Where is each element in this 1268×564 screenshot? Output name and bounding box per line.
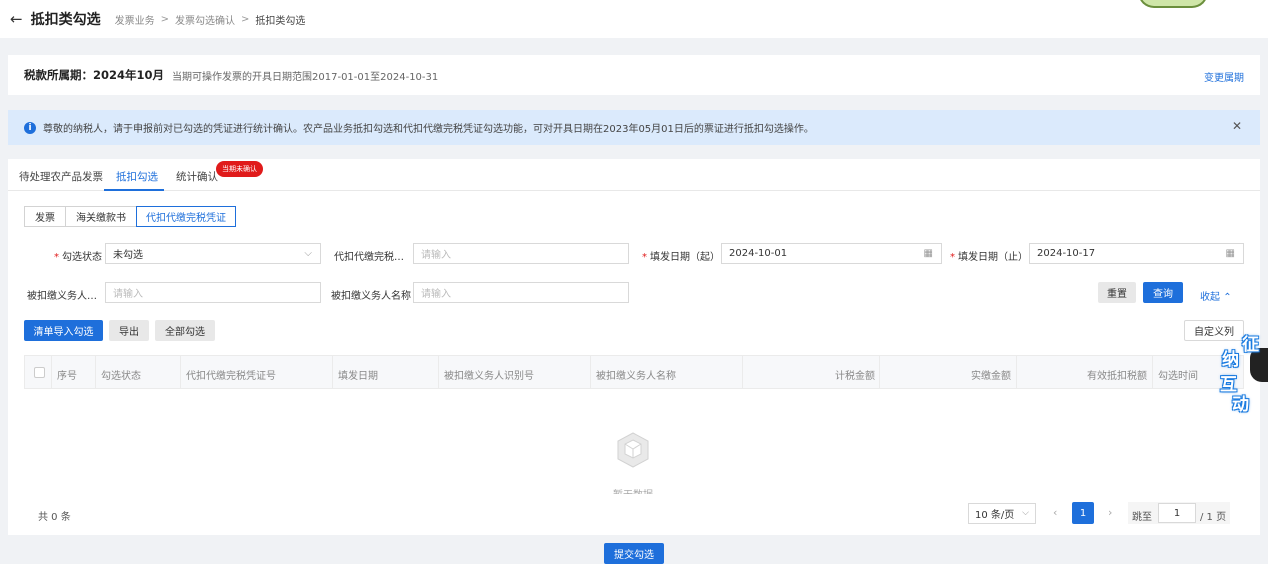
column-divider (180, 356, 181, 388)
taxpayer-id-input[interactable]: 请输入 (105, 282, 321, 303)
end-date-input[interactable]: 2024-10-17 ▦ (1029, 243, 1244, 264)
end-date-label: * 填发日期（止） (950, 252, 1028, 263)
tax-period-card: 税款所属期：2024年10月 当期可操作发票的开具日期范围2017-01-01至… (8, 55, 1260, 95)
column-header-issue-date: 填发日期 (338, 371, 378, 382)
export-button[interactable]: 导出 (109, 320, 149, 341)
column-divider (879, 356, 880, 388)
table-header: 序号 勾选状态 代扣代缴完税凭证号 填发日期 被扣缴义务人识别号 被扣缴义务人名… (24, 355, 1244, 389)
import-select-button[interactable]: 清单导入勾选 (24, 320, 103, 341)
chevron-down-icon: ⌵ (1022, 508, 1029, 518)
voucher-number-input[interactable]: 请输入 (413, 243, 629, 264)
select-all-button[interactable]: 全部勾选 (155, 320, 215, 341)
reset-button[interactable]: 重置 (1098, 282, 1136, 303)
tab-statistics-confirm[interactable]: 统计确认 (176, 169, 218, 184)
taxpayer-name-input[interactable]: 请输入 (413, 282, 629, 303)
jump-to-label: 跳至 (1132, 512, 1152, 523)
empty-box-icon (617, 432, 649, 468)
breadcrumb-item-3: 抵扣类勾选 (255, 15, 306, 27)
notice-banner: i 尊敬的纳税人，请于申报前对已勾选的凭证进行统计确认。农产品业务抵扣勾选和代扣… (8, 110, 1260, 145)
close-icon[interactable]: ✕ (1232, 119, 1242, 133)
select-all-checkbox[interactable] (34, 367, 45, 378)
column-header-index: 序号 (57, 371, 77, 382)
main-card: 待处理农产品发票 抵扣勾选 统计确认 当期未确认 发票 海关缴款书 代扣代缴完税… (8, 159, 1260, 535)
column-header-taxpayer-id: 被扣缴义务人识别号 (444, 371, 534, 382)
breadcrumb-separator-icon: > (160, 13, 169, 25)
column-header-voucher-number: 代扣代缴完税凭证号 (186, 371, 276, 382)
unconfirmed-badge: 当期未确认 (216, 161, 263, 177)
taxpayer-name-label: 被扣缴义务人名称 (331, 291, 411, 302)
column-divider (1016, 356, 1017, 388)
widget-char-4: 动 (1232, 395, 1249, 415)
column-divider (51, 356, 52, 388)
change-period-link[interactable]: 变更属期 (1204, 69, 1244, 84)
query-button[interactable]: 查询 (1143, 282, 1183, 303)
column-header-status: 勾选状态 (101, 371, 141, 382)
next-page-icon[interactable]: › (1108, 506, 1112, 519)
page-size-select[interactable]: 10 条/页 ⌵ (968, 503, 1036, 524)
submit-selection-button[interactable]: 提交勾选 (604, 543, 664, 564)
column-header-deductible-tax: 有效抵扣税额 (1087, 371, 1147, 382)
jump-to-page-input[interactable]: 1 (1158, 503, 1196, 523)
voucher-number-label: 代扣代缴完税凭... (334, 252, 410, 263)
tab-pending-agri-invoices[interactable]: 待处理农产品发票 (19, 169, 103, 184)
calendar-icon: ▦ (1225, 248, 1235, 259)
total-count: 共 0 条 (38, 512, 71, 523)
tax-interaction-widget[interactable]: 征 纳 互 动 (1220, 330, 1268, 415)
widget-char-1: 征 (1242, 335, 1259, 355)
active-tab-indicator (104, 189, 164, 191)
column-divider (438, 356, 439, 388)
page-title: 抵扣类勾选 (30, 12, 101, 28)
breadcrumb-separator-icon: > (240, 13, 250, 25)
calendar-icon: ▦ (923, 248, 933, 259)
tax-period-range: 当期可操作发票的开具日期范围2017-01-01至2024-10-31 (172, 71, 439, 83)
collapse-link[interactable]: 收起 ⌃ (1200, 288, 1232, 303)
column-divider (742, 356, 743, 388)
status-field-label: * 勾选状态 (54, 252, 102, 263)
tab-bar: 待处理农产品发票 抵扣勾选 统计确认 当期未确认 (8, 159, 1260, 191)
column-divider (590, 356, 591, 388)
info-icon: i (24, 121, 36, 134)
breadcrumb-item-1[interactable]: 发票业务 (115, 12, 155, 27)
chevron-up-icon: ⌃ (1223, 292, 1232, 303)
taxpayer-id-label: 被扣缴义务人识... (27, 291, 103, 302)
back-arrow-icon[interactable]: ← (10, 10, 23, 28)
doc-type-withholding-certificate[interactable]: 代扣代缴完税凭证 (136, 206, 236, 227)
column-header-taxpayer-name: 被扣缴义务人名称 (596, 371, 676, 382)
column-header-select-time: 勾选时间 (1158, 371, 1198, 382)
column-divider (1152, 356, 1153, 388)
top-bar: ← 抵扣类勾选 发票业务 > 发票勾选确认 > 抵扣类勾选 (0, 0, 1268, 38)
mascot-decoration-icon (1138, 0, 1208, 8)
notice-text: 尊敬的纳税人，请于申报前对已勾选的凭证进行统计确认。农产品业务抵扣勾选和代扣代缴… (43, 124, 814, 135)
column-header-paid-amount: 实缴金额 (971, 371, 1011, 382)
tax-period-label: 税款所属期：2024年10月 (24, 68, 165, 82)
column-header-taxable-amount: 计税金额 (835, 371, 875, 382)
doc-type-customs-bill[interactable]: 海关缴款书 (65, 206, 137, 227)
tab-deduction-select[interactable]: 抵扣勾选 (116, 169, 158, 184)
doc-type-invoice[interactable]: 发票 (24, 206, 66, 227)
page-total: / 1 页 (1200, 512, 1227, 523)
column-divider (95, 356, 96, 388)
status-select[interactable]: 未勾选 ⌵ (105, 243, 321, 264)
column-divider (332, 356, 333, 388)
chevron-down-icon: ⌵ (304, 248, 312, 259)
page-number-current[interactable]: 1 (1072, 502, 1094, 524)
empty-state-text: 暂无数据 (613, 486, 653, 494)
widget-char-2: 纳 (1222, 350, 1239, 370)
start-date-input[interactable]: 2024-10-01 ▦ (721, 243, 942, 264)
start-date-label: * 填发日期（起） (642, 252, 720, 263)
prev-page-icon[interactable]: ‹ (1053, 506, 1057, 519)
breadcrumb-item-2[interactable]: 发票勾选确认 (175, 12, 235, 27)
